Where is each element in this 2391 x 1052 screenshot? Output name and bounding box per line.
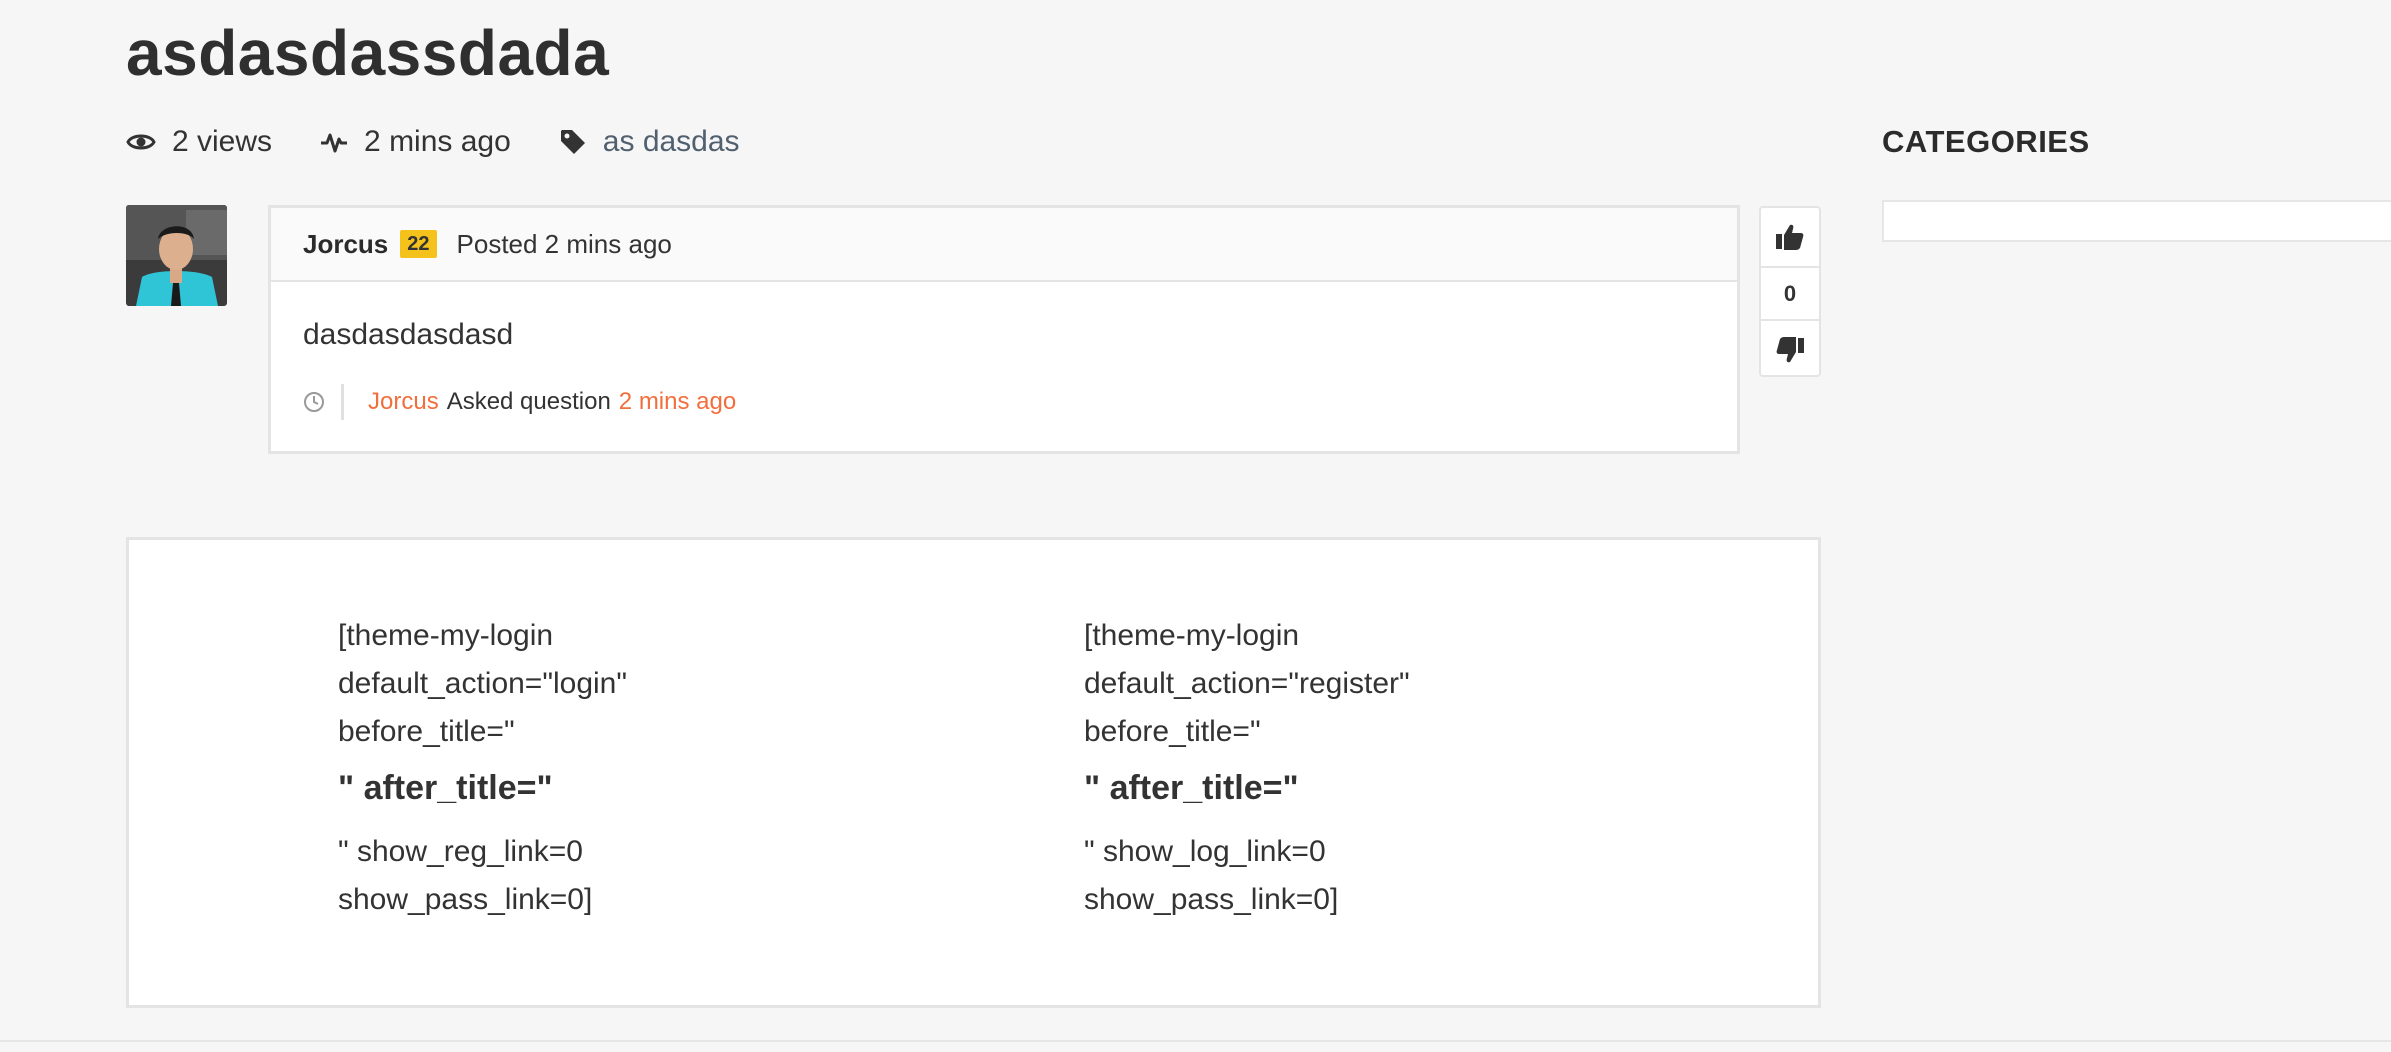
reputation-badge: 22 bbox=[400, 230, 437, 258]
activity-time-link[interactable]: 2 mins ago bbox=[619, 388, 736, 416]
question-post: Jorcus 22 Posted 2 mins ago dasdasdasdas… bbox=[268, 205, 1740, 454]
shortcode-line: [theme-my-login bbox=[338, 619, 554, 652]
shortcode-line: " show_reg_link=0 bbox=[338, 835, 583, 868]
shortcode-line: default_action="login" bbox=[338, 667, 628, 700]
activity-log: Jorcus Asked question 2 mins ago bbox=[303, 384, 1705, 420]
tag-meta: as dasdas bbox=[559, 125, 740, 159]
categories-list bbox=[1882, 200, 2391, 242]
avatar[interactable] bbox=[126, 205, 227, 306]
vote-widget: 0 bbox=[1759, 206, 1821, 377]
posted-time: Posted 2 mins ago bbox=[456, 228, 672, 259]
login-shortcode: [theme-my-login default_action="login" b… bbox=[338, 612, 627, 924]
register-shortcode: [theme-my-login default_action="register… bbox=[1084, 612, 1410, 924]
post-author[interactable]: Jorcus bbox=[303, 229, 388, 260]
tag-link[interactable]: as dasdas bbox=[603, 125, 740, 159]
question-meta: 2 views 2 mins ago as dasdas bbox=[126, 120, 788, 164]
login-shortcodes-panel: [theme-my-login default_action="login" b… bbox=[126, 537, 1821, 1008]
shortcode-line: show_pass_link=0] bbox=[338, 883, 593, 916]
categories-heading: CATEGORIES bbox=[1882, 124, 2090, 159]
activity-author[interactable]: Jorcus bbox=[368, 388, 439, 416]
views-meta: 2 views bbox=[126, 125, 272, 159]
shortcode-line: [theme-my-login bbox=[1084, 619, 1300, 652]
shortcode-line: show_pass_link=0] bbox=[1084, 883, 1339, 916]
vote-count: 0 bbox=[1761, 266, 1819, 321]
shortcode-line: " show_log_link=0 bbox=[1084, 835, 1326, 868]
upvote-button[interactable] bbox=[1761, 208, 1819, 266]
eye-icon bbox=[126, 134, 156, 150]
tag-icon bbox=[560, 130, 585, 154]
post-header: Jorcus 22 Posted 2 mins ago bbox=[271, 208, 1737, 282]
thumbs-up-icon bbox=[1776, 224, 1804, 250]
post-body: dasdasdasdasd Jorcus Asked question 2 mi… bbox=[271, 282, 1737, 420]
activity-divider bbox=[341, 384, 344, 420]
activity-action: Asked question bbox=[446, 388, 611, 415]
activity-time: 2 mins ago bbox=[364, 125, 511, 158]
downvote-button[interactable] bbox=[1761, 321, 1819, 379]
activity-meta: 2 mins ago bbox=[320, 125, 511, 159]
shortcode-line: default_action="register" bbox=[1084, 667, 1410, 700]
shortcode-line: before_title=" bbox=[1084, 715, 1261, 748]
clock-icon bbox=[304, 392, 324, 412]
shortcode-heading: " after_title=" bbox=[1084, 769, 1299, 807]
shortcode-heading: " after_title=" bbox=[338, 769, 553, 807]
footer-divider bbox=[0, 1040, 2391, 1042]
views-count: 2 views bbox=[172, 125, 273, 158]
question-title: asdasdassdada bbox=[126, 17, 610, 89]
shortcode-line: before_title=" bbox=[338, 715, 515, 748]
post-content: dasdasdasdasd bbox=[303, 318, 514, 351]
thumbs-down-icon bbox=[1776, 337, 1804, 363]
pulse-icon bbox=[321, 133, 348, 153]
